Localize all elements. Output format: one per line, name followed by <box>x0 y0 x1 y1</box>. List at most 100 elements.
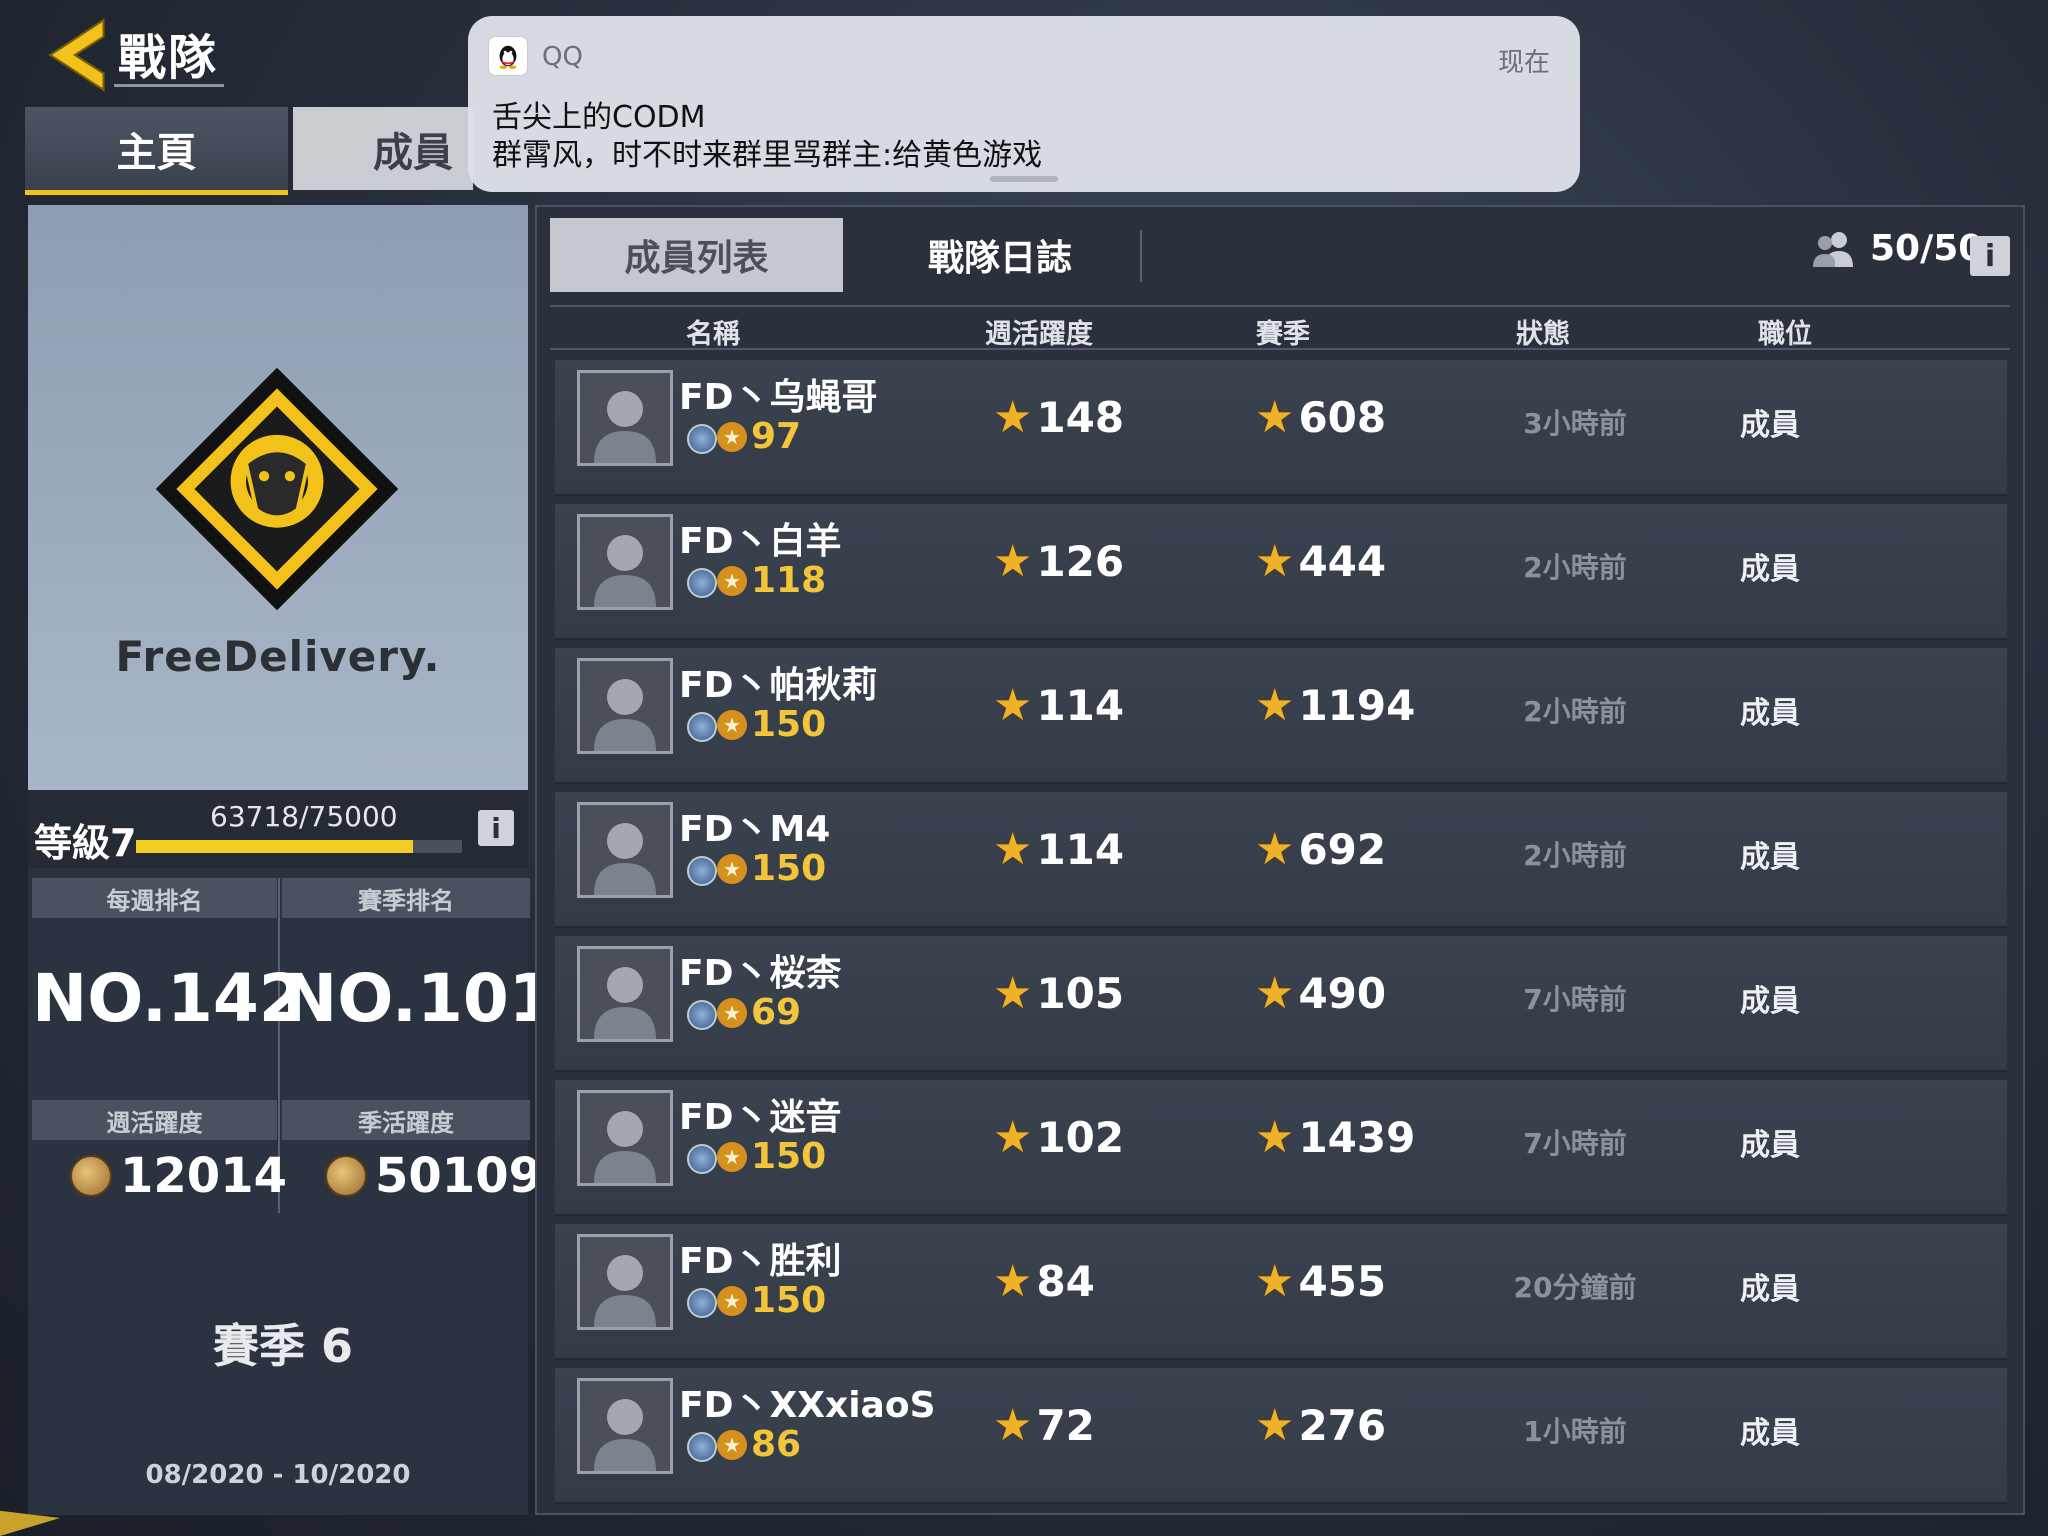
members-icon <box>1813 231 1853 267</box>
season-label: 賽季 6 <box>212 1319 354 1373</box>
member-row[interactable]: FD丶帕秋莉 ★ 150 ★ 114 ★ 1194 2小時前 成員 <box>555 648 2007 784</box>
star-icon: ★ <box>993 392 1033 443</box>
tab-clan-log[interactable]: 戰隊日誌 <box>880 218 1120 292</box>
qq-penguin-icon <box>488 36 528 76</box>
member-row[interactable]: FD丶白羊 ★ 118 ★ 126 ★ 444 2小時前 成員 <box>555 504 2007 640</box>
star-icon: ★ <box>993 1256 1033 1307</box>
member-avatar[interactable] <box>577 658 673 754</box>
member-role: 成員 <box>1740 1128 1800 1163</box>
notification-body: 群霄风，时不时来群里骂群主:给黄色游戏 <box>492 138 1043 173</box>
season-value: 455 <box>1298 1257 1387 1306</box>
rank-badge-icon <box>687 712 717 742</box>
back-button[interactable] <box>40 14 122 96</box>
star-icon: ★ <box>993 680 1033 731</box>
rank-badge-icon <box>687 1000 717 1030</box>
tab-home[interactable]: 主頁 <box>25 107 288 195</box>
member-level: 150 <box>751 704 827 745</box>
member-status: 1小時前 <box>1523 1415 1627 1448</box>
season-value: 692 <box>1298 825 1387 874</box>
rank-badge-icon <box>687 1432 717 1462</box>
member-name: FD丶帕秋莉 <box>679 665 878 706</box>
member-weekly-activity: ★ 105 <box>993 968 1124 1019</box>
star-icon: ★ <box>1255 824 1295 875</box>
member-role: 成員 <box>1740 1272 1800 1307</box>
member-weekly-activity: ★ 148 <box>993 392 1124 443</box>
member-level: 118 <box>751 560 827 601</box>
weekly-value: 126 <box>1036 537 1125 586</box>
back-arrow-icon <box>48 18 105 92</box>
member-row[interactable]: FD丶XXxiaoS ★ 86 ★ 72 ★ 276 1小時前 成員 <box>555 1368 2007 1504</box>
member-season-activity: ★ 1439 <box>1255 1112 1415 1163</box>
star-icon: ★ <box>993 536 1033 587</box>
column-weekly-activity: 週活躍度 <box>985 319 1093 350</box>
member-season-activity: ★ 692 <box>1255 824 1386 875</box>
member-name: FD丶桜柰 <box>679 953 842 994</box>
weekly-activity: 12014 <box>70 1148 287 1204</box>
member-row[interactable]: FD丶乌蝇哥 ★ 97 ★ 148 ★ 608 3小時前 成員 <box>555 360 2007 496</box>
member-level: 97 <box>751 416 802 457</box>
member-avatar[interactable] <box>577 802 673 898</box>
member-avatar[interactable] <box>577 1378 673 1474</box>
member-avatar[interactable] <box>577 1090 673 1186</box>
member-role: 成員 <box>1740 984 1800 1019</box>
member-avatar[interactable] <box>577 514 673 610</box>
season-value: 444 <box>1298 537 1387 586</box>
season-rank-label: 賽季排名 <box>282 878 530 918</box>
star-icon: ★ <box>993 824 1033 875</box>
member-row[interactable]: FD丶胜利 ★ 150 ★ 84 ★ 455 20分鐘前 成員 <box>555 1224 2007 1360</box>
members-info-button[interactable]: i <box>1970 236 2010 276</box>
star-icon: ★ <box>1255 680 1295 731</box>
level-info-button[interactable]: i <box>478 810 514 846</box>
weekly-value: 114 <box>1036 681 1125 730</box>
tab-separator <box>1140 230 1142 282</box>
member-role: 成員 <box>1740 552 1800 587</box>
member-name: FD丶M4 <box>679 809 831 850</box>
notification-app: QQ <box>542 42 583 72</box>
column-season: 賽季 <box>1256 319 1310 350</box>
member-status: 3小時前 <box>1523 407 1627 440</box>
weekly-value: 102 <box>1036 1113 1125 1162</box>
weekly-value: 105 <box>1036 969 1125 1018</box>
level-star-icon: ★ <box>717 998 747 1028</box>
lion-emblem-icon <box>148 360 406 618</box>
qq-notification[interactable]: QQ 现在 舌尖上的CODM 群霄风，时不时来群里骂群主:给黄色游戏 <box>468 16 1580 192</box>
member-name: FD丶迷音 <box>679 1097 842 1138</box>
member-weekly-activity: ★ 114 <box>993 680 1124 731</box>
member-row[interactable]: FD丶桜柰 ★ 69 ★ 105 ★ 490 7小時前 成員 <box>555 936 2007 1072</box>
star-icon: ★ <box>993 1400 1033 1451</box>
member-status: 20分鐘前 <box>1513 1271 1637 1304</box>
weekly-activity-value: 12014 <box>120 1148 287 1204</box>
member-row[interactable]: FD丶迷音 ★ 150 ★ 102 ★ 1439 7小時前 成員 <box>555 1080 2007 1216</box>
member-weekly-activity: ★ 72 <box>993 1400 1095 1451</box>
notification-handle[interactable] <box>990 176 1058 182</box>
level-star-icon: ★ <box>717 1430 747 1460</box>
member-avatar[interactable] <box>577 946 673 1042</box>
level-star-icon: ★ <box>717 710 747 740</box>
tab-member-list[interactable]: 成員列表 <box>550 218 843 292</box>
season-rank-value: NO.101 <box>282 960 555 1037</box>
member-level: 150 <box>751 1280 827 1321</box>
member-season-activity: ★ 455 <box>1255 1256 1386 1307</box>
member-avatar[interactable] <box>577 1234 673 1330</box>
member-avatar[interactable] <box>577 370 673 466</box>
column-name: 名稱 <box>686 319 740 350</box>
level-star-icon: ★ <box>717 566 747 596</box>
header-divider <box>550 305 2010 307</box>
member-role: 成員 <box>1740 696 1800 731</box>
member-weekly-activity: ★ 102 <box>993 1112 1124 1163</box>
member-row[interactable]: FD丶M4 ★ 150 ★ 114 ★ 692 2小時前 成員 <box>555 792 2007 928</box>
rank-badge-icon <box>687 424 717 454</box>
star-icon: ★ <box>1255 1400 1295 1451</box>
activity-coin-icon <box>325 1155 367 1197</box>
level-star-icon: ★ <box>717 1142 747 1172</box>
season-activity-value: 50109 <box>375 1148 542 1204</box>
member-season-activity: ★ 1194 <box>1255 680 1415 731</box>
member-role: 成員 <box>1740 840 1800 875</box>
column-role: 職位 <box>1758 319 1812 350</box>
weekly-value: 148 <box>1036 393 1125 442</box>
level-star-icon: ★ <box>717 1286 747 1316</box>
member-level: 69 <box>751 992 802 1033</box>
tab-members[interactable]: 成員 <box>293 107 473 190</box>
rank-badge-icon <box>687 1288 717 1318</box>
title-underline <box>114 84 224 87</box>
